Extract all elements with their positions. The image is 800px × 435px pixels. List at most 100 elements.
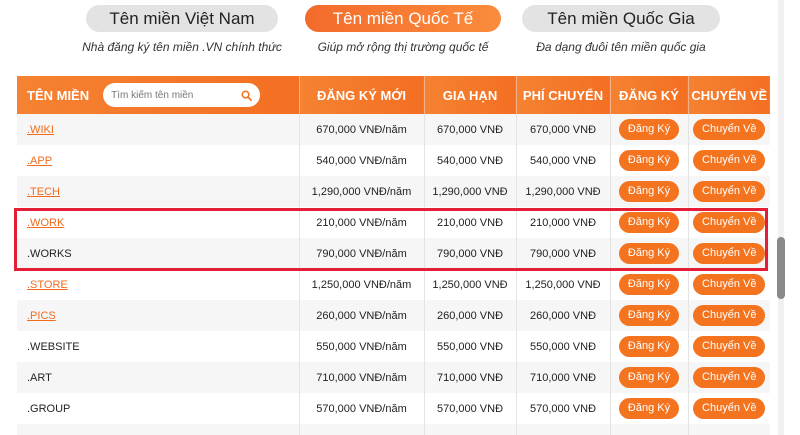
domain-name-link[interactable]: .WIKI [27,124,54,136]
domain-search-box [103,83,261,107]
transfer-button[interactable]: Chuyển Về [693,150,766,171]
transfer-fee-cell: 1,250,000 VNĐ [516,269,611,300]
table-row [17,424,770,435]
tab-international-subtitle: Giúp mở rộng thị trường quốc tế [317,40,489,54]
header-transfer-action: CHUYỂN VỀ [688,76,770,114]
transfer-fee-cell: 570,000 VNĐ [516,393,611,424]
domain-name-cell: .GROUP [17,393,300,424]
register-action-cell: Đăng Ký [610,114,689,145]
table-row: .WORKS 790,000 VNĐ/năm 790,000 VNĐ 790,000 … [17,238,770,269]
transfer-action-cell: Chuyển Về [688,145,770,176]
scrollbar-thumb[interactable] [777,237,785,299]
register-action-cell: Đăng Ký [610,238,689,269]
register-action-cell: Đăng Ký [610,331,689,362]
renew-price-cell: 1,290,000 VNĐ [424,176,517,207]
register-button[interactable]: Đăng Ký [618,119,680,140]
register-action-cell: Đăng Ký [610,176,689,207]
transfer-action-cell: Chuyển Về [688,269,770,300]
table-row: .APP 540,000 VNĐ/năm 540,000 VNĐ 540,000 VN… [17,145,770,176]
register-action-cell: Đăng Ký [610,145,689,176]
transfer-action-cell: Chuyển Về [688,114,770,145]
transfer-button[interactable]: Chuyển Về [693,336,766,357]
renew-price-cell: 540,000 VNĐ [424,145,517,176]
domain-name-cell: .WIKI [17,114,300,145]
renew-price-cell: 790,000 VNĐ [424,238,517,269]
scrollbar-track [778,0,784,435]
table-header-row: TÊN MIỀN ĐĂNG KÝ MỚI GIA HẠN PHÍ CHUYỂN … [17,76,770,114]
transfer-button[interactable]: Chuyển Về [693,181,766,202]
table-row: .ART 710,000 VNĐ/năm 710,000 VNĐ 710,000 VN… [17,362,770,393]
tab-vietnam-domains[interactable]: Tên miền Việt Nam [86,5,278,32]
domain-name-cell: .WORK [17,207,300,238]
register-action-cell: Đăng Ký [610,269,689,300]
domain-name-text: .ART [27,371,52,384]
transfer-action-cell: Chuyển Về [688,331,770,362]
register-action-cell: Đăng Ký [610,393,689,424]
tab-international-domains[interactable]: Tên miền Quốc Tế [305,5,501,32]
register-button[interactable]: Đăng Ký [618,305,680,326]
register-button[interactable]: Đăng Ký [618,181,680,202]
transfer-action-cell: Chuyển Về [688,176,770,207]
domain-name-link[interactable]: .STORE [27,279,68,291]
domain-name-text: .GROUP [27,402,71,415]
register-button[interactable]: Đăng Ký [618,336,680,357]
register-button[interactable]: Đăng Ký [618,212,680,233]
table-row: .WORK 210,000 VNĐ/năm 210,000 VNĐ 210,000 V… [17,207,770,238]
transfer-button[interactable]: Chuyển Về [693,243,766,264]
register-action-cell: Đăng Ký [610,207,689,238]
domain-name-cell: .WEBSITE [17,331,300,362]
renew-price-cell: 570,000 VNĐ [424,393,517,424]
table-row: .WEBSITE 550,000 VNĐ/năm 550,000 VNĐ 550,00… [17,331,770,362]
transfer-action-cell [688,424,770,435]
register-button[interactable]: Đăng Ký [618,150,680,171]
transfer-fee-cell: 710,000 VNĐ [516,362,611,393]
domain-name-cell [17,424,300,435]
domain-name-link[interactable]: .APP [27,155,52,167]
register-price-cell: 790,000 VNĐ/năm [299,238,425,269]
domain-search-input[interactable] [111,89,232,101]
table-row: .STORE 1,250,000 VNĐ/năm 1,250,000 VNĐ 1,25… [17,269,770,300]
domain-name-cell: .APP [17,145,300,176]
transfer-button[interactable]: Chuyển Về [693,367,766,388]
register-price-cell: 670,000 VNĐ/năm [299,114,425,145]
renew-price-cell: 710,000 VNĐ [424,362,517,393]
search-icon[interactable] [241,90,253,101]
transfer-fee-cell: 540,000 VNĐ [516,145,611,176]
register-price-cell: 570,000 VNĐ/năm [299,393,425,424]
register-price-cell: 540,000 VNĐ/năm [299,145,425,176]
transfer-fee-cell: 550,000 VNĐ [516,331,611,362]
page-scrollbar[interactable] [776,0,786,435]
header-transfer-fee: PHÍ CHUYỂN [516,76,611,114]
transfer-fee-cell: 260,000 VNĐ [516,300,611,331]
transfer-button[interactable]: Chuyển Về [693,212,766,233]
transfer-button[interactable]: Chuyển Về [693,274,766,295]
register-button[interactable]: Đăng Ký [618,274,680,295]
renew-price-cell: 1,250,000 VNĐ [424,269,517,300]
register-price-cell: 210,000 VNĐ/năm [299,207,425,238]
register-button[interactable]: Đăng Ký [618,243,680,264]
tab-country-domains[interactable]: Tên miền Quốc Gia [522,5,720,32]
table-row: .PICS 260,000 VNĐ/năm 260,000 VNĐ 260,000 V… [17,300,770,331]
domain-name-link[interactable]: .TECH [27,186,60,198]
transfer-fee-cell: 210,000 VNĐ [516,207,611,238]
domain-price-table: TÊN MIỀN ĐĂNG KÝ MỚI GIA HẠN PHÍ CHUYỂN … [17,76,770,435]
renew-price-cell: 670,000 VNĐ [424,114,517,145]
tab-country-subtitle: Đa dạng đuôi tên miền quốc gia [536,40,706,54]
register-price-cell: 550,000 VNĐ/năm [299,331,425,362]
transfer-button[interactable]: Chuyển Về [693,398,766,419]
renew-price-cell [424,424,517,435]
register-price-cell: 710,000 VNĐ/năm [299,362,425,393]
transfer-fee-cell: 1,290,000 VNĐ [516,176,611,207]
transfer-action-cell: Chuyển Về [688,362,770,393]
register-price-cell: 1,290,000 VNĐ/năm [299,176,425,207]
table-row: .GROUP 570,000 VNĐ/năm 570,000 VNĐ 570,000 … [17,393,770,424]
transfer-button[interactable]: Chuyển Về [693,305,766,326]
transfer-button[interactable]: Chuyển Về [693,119,766,140]
domain-name-link[interactable]: .PICS [27,310,56,322]
register-button[interactable]: Đăng Ký [618,398,680,419]
domain-name-text: .WEBSITE [27,340,80,353]
renew-price-cell: 550,000 VNĐ [424,331,517,362]
domain-name-link[interactable]: .WORK [27,217,64,229]
domain-name-cell: .PICS [17,300,300,331]
register-button[interactable]: Đăng Ký [618,367,680,388]
